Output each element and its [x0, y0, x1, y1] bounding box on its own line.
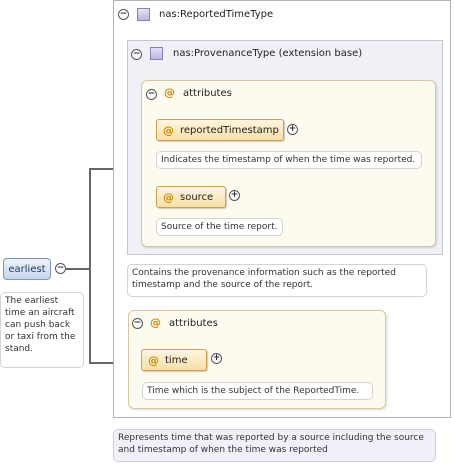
- element-earliest[interactable]: earliest: [3, 258, 51, 280]
- collapse-icon[interactable]: −: [132, 318, 143, 329]
- collapse-icon[interactable]: −: [131, 49, 142, 60]
- type-name: nas:ReportedTimeType: [159, 9, 274, 20]
- expand-icon[interactable]: +: [211, 353, 222, 364]
- at-sign-icon: @: [150, 316, 161, 329]
- attribute-time[interactable]: @ time: [141, 349, 207, 371]
- at-sign-icon: @: [164, 86, 175, 99]
- attributes-label-2: attributes: [169, 318, 218, 329]
- at-sign-icon: @: [148, 353, 159, 367]
- at-sign-icon: @: [163, 190, 174, 204]
- attribute-name: reportedTimestamp: [180, 124, 279, 136]
- expand-icon[interactable]: +: [229, 190, 240, 201]
- attribute-name: time: [165, 354, 188, 366]
- source-doc: Source of the time report.: [156, 218, 283, 236]
- collapse-icon[interactable]: −: [146, 89, 157, 100]
- complex-type-icon: [150, 47, 163, 60]
- collapse-icon[interactable]: −: [118, 9, 129, 20]
- complex-type-icon: [137, 8, 150, 21]
- attribute-source[interactable]: @ source: [156, 186, 226, 208]
- reportedtimestamp-doc: Indicates the timestamp of when the time…: [156, 151, 422, 169]
- collapse-icon[interactable]: −: [55, 263, 66, 274]
- expand-icon[interactable]: +: [287, 124, 298, 135]
- provenance-doc: Contains the provenance information such…: [127, 264, 427, 297]
- at-sign-icon: @: [163, 123, 174, 137]
- time-doc: Time which is the subject of the Reporte…: [142, 382, 373, 400]
- attribute-reportedtimestamp[interactable]: @ reportedTimestamp: [156, 119, 284, 141]
- extension-name: nas:ProvenanceType (extension base): [173, 48, 363, 59]
- attributes-label-1: attributes: [183, 88, 232, 99]
- reported-time-type-doc: Represents time that was reported by a s…: [113, 429, 436, 462]
- earliest-doc: The earliest time an aircraft can push b…: [0, 292, 84, 368]
- connector-horizontal: [66, 268, 89, 270]
- connector-vertical: [89, 168, 91, 363]
- attribute-name: source: [180, 191, 214, 203]
